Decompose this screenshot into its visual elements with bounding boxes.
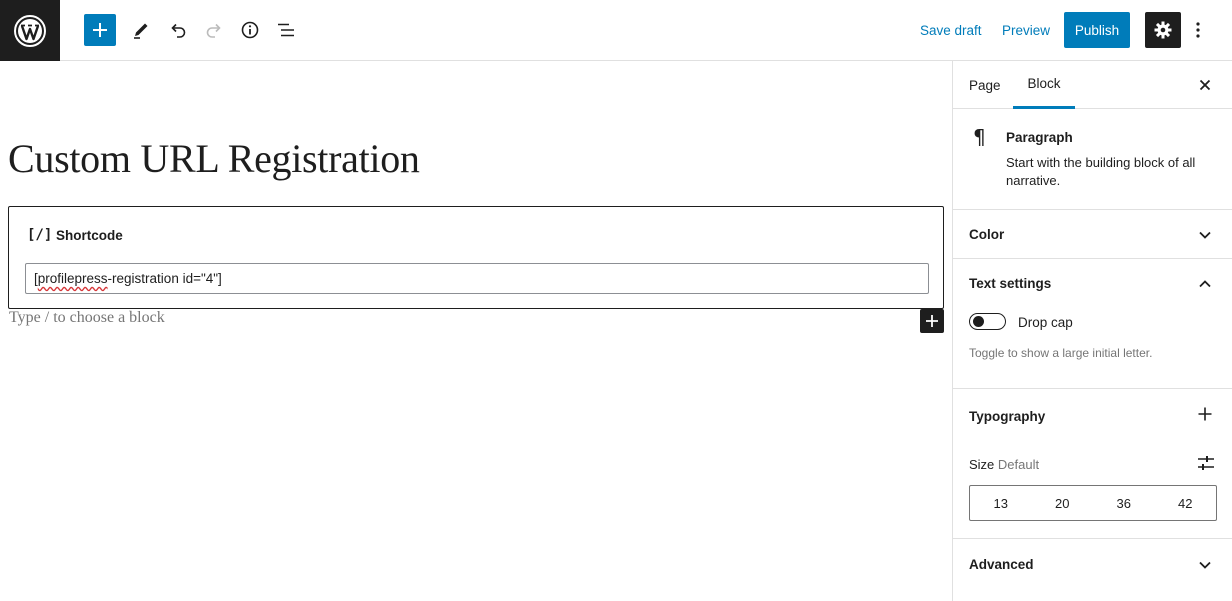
add-block-button[interactable]: [84, 14, 116, 46]
list-view-icon: [278, 23, 294, 37]
undo-icon: [171, 23, 186, 38]
tab-block[interactable]: Block: [1013, 61, 1075, 109]
close-icon: [1199, 79, 1211, 91]
chevron-up-icon[interactable]: [1195, 274, 1215, 294]
tab-page[interactable]: Page: [969, 61, 1001, 109]
drop-cap-label: Drop cap: [1018, 315, 1073, 330]
chevron-down-icon: [1195, 555, 1215, 575]
post-title[interactable]: Custom URL Registration: [8, 135, 420, 182]
redo-button[interactable]: [198, 14, 230, 46]
info-icon: [241, 21, 259, 39]
wordpress-logo-button[interactable]: [0, 0, 60, 61]
sidebar-tabs: Page Block: [953, 61, 1232, 109]
settings-button[interactable]: [1145, 12, 1181, 48]
paragraph-icon: ¶: [973, 125, 986, 149]
font-size-label: Size Default: [969, 457, 1039, 472]
more-options-button[interactable]: [1188, 14, 1208, 46]
more-vertical-icon: [1196, 22, 1200, 38]
shortcode-input[interactable]: [profilepress -registration id="4"]: [25, 263, 929, 294]
settings-sliders-icon: [1198, 456, 1214, 470]
font-size-picker: 13 20 36 42: [969, 485, 1217, 521]
redo-icon: [206, 23, 221, 38]
text-settings-panel-title[interactable]: Text settings: [969, 276, 1051, 291]
close-sidebar-button[interactable]: [1195, 75, 1215, 95]
shortcode-value-misspelled: profilepress: [37, 271, 108, 286]
gear-icon: [1154, 21, 1172, 39]
typography-options-button[interactable]: [1195, 404, 1215, 424]
block-card-title: Paragraph: [1006, 130, 1073, 145]
typography-panel-title: Typography: [969, 409, 1046, 424]
block-card: ¶ Paragraph Start with the building bloc…: [953, 109, 1232, 210]
block-card-description: Start with the building block of all nar…: [1006, 155, 1196, 188]
font-size-option[interactable]: 36: [1093, 486, 1155, 520]
font-size-label-text: Size: [969, 457, 995, 472]
advanced-panel[interactable]: Advanced: [953, 539, 1232, 601]
paragraph-placeholder[interactable]: Type / to choose a block: [9, 309, 165, 327]
list-view-button[interactable]: [270, 14, 302, 46]
font-size-option[interactable]: 42: [1155, 486, 1217, 520]
block-inserter-button[interactable]: [920, 309, 944, 333]
undo-button[interactable]: [162, 14, 194, 46]
drop-cap-help: Toggle to show a large initial letter.: [969, 346, 1153, 360]
color-panel[interactable]: Color: [953, 210, 1232, 259]
custom-size-button[interactable]: [1195, 452, 1217, 474]
toggle-knob: [973, 316, 984, 327]
shortcode-icon: [/]: [27, 227, 53, 243]
shortcode-value-suffix: -registration id="4"]: [107, 271, 222, 286]
shortcode-label: Shortcode: [56, 228, 123, 243]
settings-sidebar: Page Block ¶ Paragraph Start with the bu…: [952, 61, 1232, 601]
tools-edit-button[interactable]: [125, 14, 157, 46]
color-panel-title: Color: [969, 227, 1005, 242]
drop-cap-toggle[interactable]: [969, 313, 1006, 330]
editor-header: Save draft Preview Publish: [0, 0, 1232, 61]
editor-canvas: Custom URL Registration [/] Shortcode [p…: [0, 61, 952, 601]
publish-button[interactable]: Publish: [1064, 12, 1130, 48]
save-draft-button[interactable]: Save draft: [913, 14, 989, 46]
shortcode-block[interactable]: [/] Shortcode [profilepress -registration…: [8, 206, 944, 309]
details-button[interactable]: [234, 14, 266, 46]
chevron-down-icon: [1195, 225, 1215, 245]
pencil-icon: [134, 23, 148, 39]
preview-button[interactable]: Preview: [995, 14, 1057, 46]
font-size-option[interactable]: 13: [970, 486, 1032, 520]
wordpress-icon: [14, 14, 46, 47]
advanced-panel-title: Advanced: [969, 557, 1034, 572]
plus-icon: [93, 23, 107, 37]
plus-icon: [1198, 407, 1212, 421]
plus-icon: [926, 315, 938, 327]
font-size-option[interactable]: 20: [1032, 486, 1094, 520]
font-size-current: Default: [997, 457, 1040, 472]
